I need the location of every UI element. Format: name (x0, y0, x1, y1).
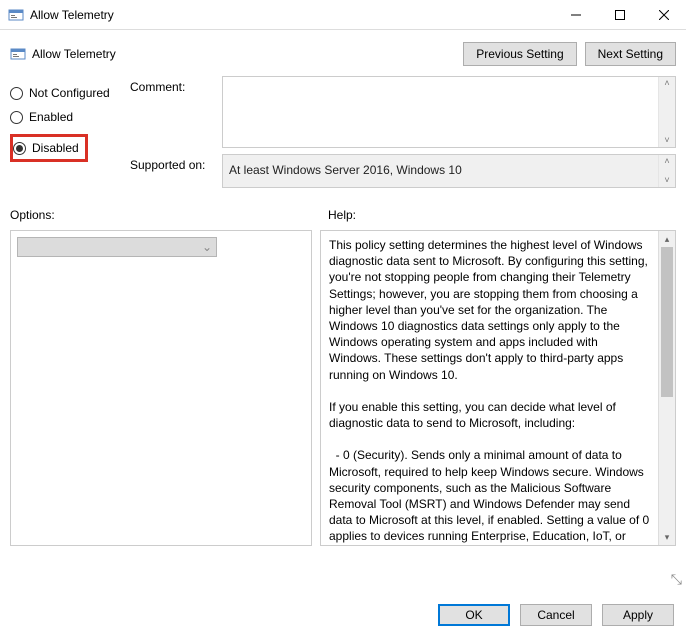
previous-setting-button[interactable]: Previous Setting (463, 42, 576, 66)
close-button[interactable] (642, 0, 686, 29)
config-area: Not Configured Enabled Disabled Comment:… (0, 70, 686, 194)
next-setting-button[interactable]: Next Setting (585, 42, 676, 66)
radio-disabled[interactable]: Disabled (13, 141, 79, 155)
header: Allow Telemetry Previous Setting Next Se… (0, 30, 686, 70)
help-pane: This policy setting determines the highe… (320, 230, 676, 546)
comment-input[interactable]: ˄˅ (222, 76, 676, 148)
maximize-button[interactable] (598, 0, 642, 29)
apply-button[interactable]: Apply (602, 604, 674, 626)
highlight-box: Disabled (10, 134, 88, 162)
scroll-down-icon: ▾ (659, 529, 675, 545)
radio-enabled[interactable]: Enabled (10, 110, 130, 124)
scrollbar[interactable]: ▴ ▾ (658, 231, 675, 545)
help-label: Help: (328, 208, 676, 222)
radio-icon (10, 111, 23, 124)
radio-icon (10, 87, 23, 100)
scrollbar[interactable]: ˄˅ (658, 155, 675, 187)
options-pane: ⌄ (10, 230, 312, 546)
policy-icon (10, 46, 26, 62)
mid-labels: Options: Help: (0, 194, 686, 224)
dialog-buttons: OK Cancel Apply (0, 594, 686, 636)
cancel-button[interactable]: Cancel (520, 604, 592, 626)
help-text: This policy setting determines the highe… (321, 231, 658, 545)
scroll-up-icon: ▴ (659, 231, 675, 247)
supported-on-box: At least Windows Server 2016, Windows 10… (222, 154, 676, 188)
comment-label: Comment: (130, 76, 222, 148)
state-radios: Not Configured Enabled Disabled (10, 76, 130, 194)
page-title: Allow Telemetry (32, 47, 455, 61)
lower-panes: ⌄ This policy setting determines the hig… (0, 224, 686, 546)
radio-icon (13, 142, 26, 155)
window-title: Allow Telemetry (30, 8, 554, 22)
ok-button[interactable]: OK (438, 604, 510, 626)
options-label: Options: (10, 208, 328, 222)
radio-label: Disabled (32, 141, 79, 155)
window-controls (554, 0, 686, 29)
radio-label: Not Configured (29, 86, 110, 100)
titlebar: Allow Telemetry (0, 0, 686, 30)
app-icon (8, 7, 24, 23)
supported-label: Supported on: (130, 154, 222, 188)
supported-value: At least Windows Server 2016, Windows 10 (229, 163, 462, 177)
resize-grip[interactable]: ⤡ (671, 571, 682, 588)
chevron-down-icon: ⌄ (202, 240, 212, 254)
scrollbar[interactable]: ˄˅ (658, 77, 675, 147)
fields: Comment: ˄˅ Supported on: At least Windo… (130, 76, 676, 194)
minimize-button[interactable] (554, 0, 598, 29)
scroll-thumb[interactable] (661, 247, 673, 397)
radio-label: Enabled (29, 110, 73, 124)
radio-not-configured[interactable]: Not Configured (10, 86, 130, 100)
options-dropdown[interactable]: ⌄ (17, 237, 217, 257)
